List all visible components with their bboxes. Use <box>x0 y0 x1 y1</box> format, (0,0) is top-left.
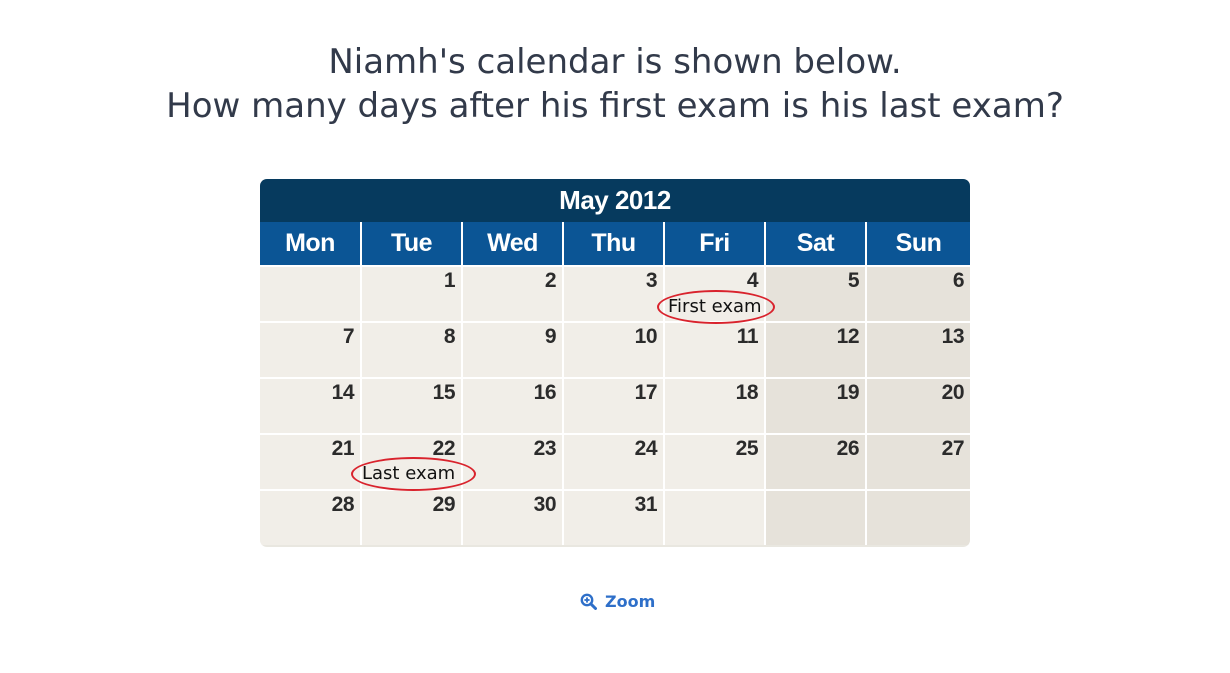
day-number: 28 <box>331 493 355 516</box>
weekday-sun: Sun <box>867 222 970 265</box>
day-number: 6 <box>952 269 965 292</box>
day-cell: 24 <box>564 435 663 489</box>
day-number: 8 <box>443 325 456 348</box>
day-number: 26 <box>836 437 860 460</box>
day-cell: 18 <box>665 379 764 433</box>
day-cell: 15 <box>362 379 461 433</box>
day-number: 18 <box>735 381 759 404</box>
day-cell: 30 <box>463 491 562 545</box>
day-number: 4 <box>746 269 759 292</box>
day-cell: 6 <box>867 267 970 321</box>
weekday-header-row: Mon Tue Wed Thu Fri Sat Sun <box>260 222 970 265</box>
weekday-tue: Tue <box>362 222 461 265</box>
day-number: 3 <box>645 269 658 292</box>
day-number: 7 <box>342 325 355 348</box>
day-cell: 8 <box>362 323 461 377</box>
first-exam-circle <box>657 290 775 324</box>
day-cell: 16 <box>463 379 562 433</box>
last-exam-circle <box>351 457 476 491</box>
day-number: 20 <box>941 381 965 404</box>
day-cell: 14 <box>260 379 360 433</box>
day-cell <box>260 267 360 321</box>
day-number: 5 <box>847 269 860 292</box>
day-cell: 10 <box>564 323 663 377</box>
day-number: 29 <box>432 493 456 516</box>
day-number: 2 <box>544 269 557 292</box>
day-number: 30 <box>533 493 557 516</box>
day-number: 9 <box>544 325 557 348</box>
day-cell: 17 <box>564 379 663 433</box>
day-cell: 12 <box>766 323 865 377</box>
day-cell: 3 <box>564 267 663 321</box>
day-cell: 13 <box>867 323 970 377</box>
day-cell <box>766 491 865 545</box>
weekday-wed: Wed <box>463 222 562 265</box>
day-number: 25 <box>735 437 759 460</box>
calendar: May 2012 Mon Tue Wed Thu Fri Sat Sun 123… <box>260 179 970 547</box>
day-grid: 1 2 3 4 5 6 7 8 9 10 11 12 13 14 15 16 17 18 19 20 21 22 23 24 2… <box>260 265 970 545</box>
day-cell: 28 <box>260 491 360 545</box>
zoom-label: Zoom <box>605 592 656 611</box>
question-line-2: How many days after his first exam is hi… <box>166 86 1064 126</box>
day-number: 14 <box>331 381 355 404</box>
day-cell: 20 <box>867 379 970 433</box>
question-text: Niamh's calendar is shown below. How man… <box>0 40 1230 128</box>
day-number: 11 <box>736 325 759 348</box>
day-cell: 7 <box>260 323 360 377</box>
day-number: 10 <box>634 325 658 348</box>
day-number: 16 <box>533 381 557 404</box>
day-cell: 2 <box>463 267 562 321</box>
first-exam-annotation: First exam <box>657 290 775 324</box>
day-number: 19 <box>836 381 860 404</box>
weekday-fri: Fri <box>665 222 764 265</box>
day-number: 1 <box>443 269 456 292</box>
day-cell: 29 <box>362 491 461 545</box>
day-cell: 19 <box>766 379 865 433</box>
day-cell: 9 <box>463 323 562 377</box>
zoom-button[interactable]: Zoom <box>580 592 655 611</box>
day-number: 12 <box>836 325 860 348</box>
day-number: 21 <box>331 437 355 460</box>
day-cell: 25 <box>665 435 764 489</box>
last-exam-annotation: Last exam <box>351 457 476 491</box>
calendar-title: May 2012 <box>260 179 970 222</box>
day-cell <box>665 491 764 545</box>
day-cell: 21 <box>260 435 360 489</box>
weekday-mon: Mon <box>260 222 360 265</box>
day-cell: 23 <box>463 435 562 489</box>
day-cell: 1 <box>362 267 461 321</box>
day-number: 17 <box>634 381 658 404</box>
zoom-in-icon <box>580 593 597 610</box>
day-cell <box>867 491 970 545</box>
day-number: 15 <box>432 381 456 404</box>
day-cell: 26 <box>766 435 865 489</box>
day-cell: 27 <box>867 435 970 489</box>
day-number: 24 <box>634 437 658 460</box>
day-cell: 11 <box>665 323 764 377</box>
day-number: 27 <box>941 437 965 460</box>
weekday-sat: Sat <box>766 222 865 265</box>
day-number: 31 <box>634 493 658 516</box>
weekday-thu: Thu <box>564 222 663 265</box>
day-number: 13 <box>941 325 965 348</box>
question-line-1: Niamh's calendar is shown below. <box>328 42 902 82</box>
day-cell: 5 <box>766 267 865 321</box>
day-number: 23 <box>533 437 557 460</box>
day-cell: 31 <box>564 491 663 545</box>
